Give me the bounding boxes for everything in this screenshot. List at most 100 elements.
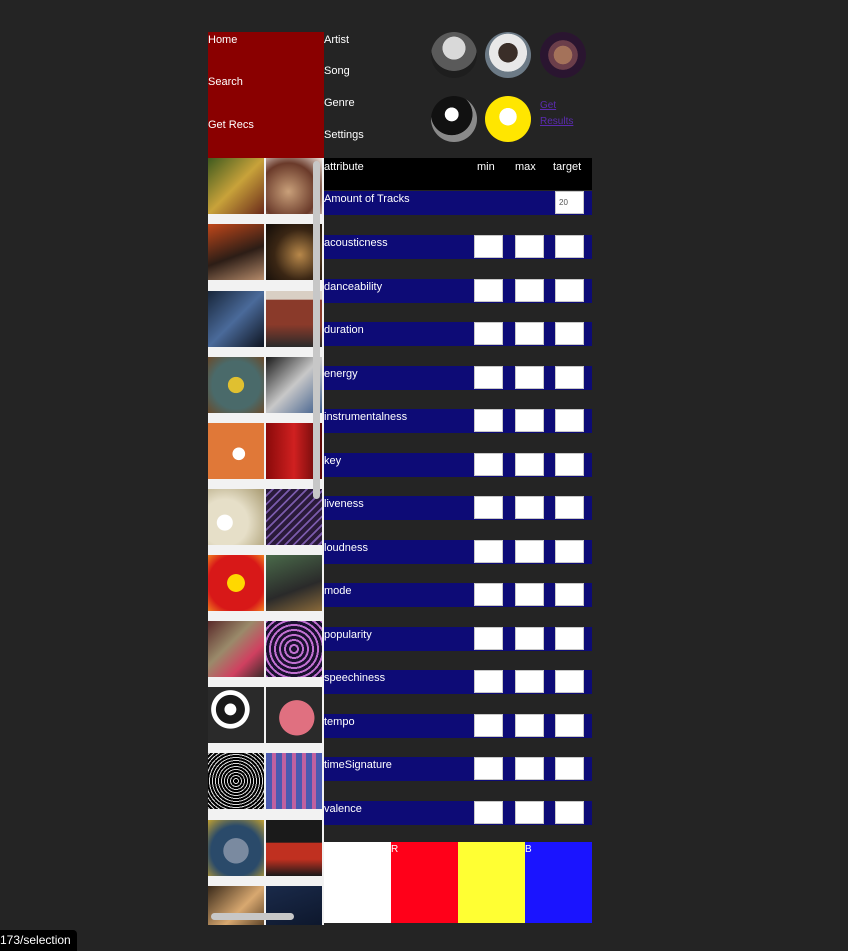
seed-artist-avatar[interactable] (431, 96, 477, 142)
attribute-max-input[interactable] (515, 583, 544, 606)
attribute-target-input[interactable] (555, 670, 584, 693)
nav-search-link[interactable]: Search (208, 76, 243, 88)
attribute-min-input[interactable] (474, 583, 503, 606)
attribute-target-input[interactable] (555, 409, 584, 432)
seed-artist-avatar[interactable] (485, 32, 531, 78)
attribute-min-input[interactable] (474, 757, 503, 780)
attribute-row-label: loudness (324, 542, 369, 554)
attribute-min-input[interactable] (474, 540, 503, 563)
color-swatch-red[interactable] (391, 842, 458, 923)
attribute-target-input[interactable] (555, 801, 584, 824)
attribute-max-input[interactable] (515, 627, 544, 650)
seed-artist-avatar[interactable] (540, 32, 586, 78)
album-cover[interactable] (208, 224, 264, 280)
attribute-target-input[interactable] (555, 453, 584, 476)
attribute-row (324, 322, 592, 346)
swatch-label-b: B (525, 844, 532, 855)
search-type-song[interactable]: Song (324, 65, 350, 77)
album-cover[interactable] (208, 820, 264, 876)
attribute-max-input[interactable] (515, 714, 544, 737)
album-cover[interactable] (208, 753, 264, 809)
status-bar-url: 173/selection (0, 930, 77, 951)
attribute-max-input[interactable] (515, 235, 544, 258)
attribute-max-input[interactable] (515, 366, 544, 389)
attribute-row-label: energy (324, 368, 358, 380)
attribute-target-input[interactable] (555, 757, 584, 780)
attribute-target-input[interactable] (555, 496, 584, 519)
swatch-label-r: R (391, 844, 399, 855)
album-cover[interactable] (266, 555, 322, 611)
attribute-max-input[interactable] (515, 322, 544, 345)
album-cover[interactable] (266, 820, 322, 876)
attribute-row (324, 496, 592, 520)
amount-of-tracks-input[interactable] (555, 191, 584, 214)
attribute-max-input[interactable] (515, 409, 544, 432)
header-target: target (553, 161, 582, 173)
horizontal-scrollbar-thumb[interactable] (211, 913, 294, 920)
amount-of-tracks-label: Amount of Tracks (324, 193, 410, 205)
attribute-max-input[interactable] (515, 453, 544, 476)
attribute-max-input[interactable] (515, 757, 544, 780)
attribute-row-label: speechiness (324, 672, 386, 684)
album-cover[interactable] (266, 753, 322, 809)
color-swatch-yellow[interactable] (458, 842, 525, 923)
get-results-link[interactable]: Get Results (540, 98, 580, 130)
attribute-target-input[interactable] (555, 235, 584, 258)
album-cover[interactable] (266, 687, 322, 743)
seed-artist-avatar[interactable] (431, 32, 477, 78)
nav-home-link[interactable]: Home (208, 34, 237, 46)
color-swatch-blue[interactable] (525, 842, 592, 923)
attribute-target-input[interactable] (555, 627, 584, 650)
album-cover[interactable] (208, 357, 264, 413)
attribute-min-input[interactable] (474, 409, 503, 432)
album-cover[interactable] (208, 555, 264, 611)
attribute-row (324, 714, 592, 738)
seed-artist-avatar[interactable] (485, 96, 531, 142)
attribute-target-input[interactable] (555, 540, 584, 563)
album-cover[interactable] (266, 621, 322, 677)
nav-menu: Home Search Get Recs (208, 32, 324, 158)
attribute-target-input[interactable] (555, 279, 584, 302)
attribute-max-input[interactable] (515, 801, 544, 824)
attribute-row-label: liveness (324, 498, 364, 510)
attribute-min-input[interactable] (474, 801, 503, 824)
attribute-max-input[interactable] (515, 496, 544, 519)
nav-get-recs-link[interactable]: Get Recs (208, 119, 254, 131)
attribute-max-input[interactable] (515, 279, 544, 302)
attribute-min-input[interactable] (474, 453, 503, 476)
attribute-target-input[interactable] (555, 366, 584, 389)
attribute-target-input[interactable] (555, 714, 584, 737)
attribute-min-input[interactable] (474, 279, 503, 302)
attribute-min-input[interactable] (474, 496, 503, 519)
attribute-min-input[interactable] (474, 322, 503, 345)
attribute-min-input[interactable] (474, 366, 503, 389)
attribute-target-input[interactable] (555, 583, 584, 606)
album-cover[interactable] (208, 489, 264, 545)
attribute-row-label: danceability (324, 281, 383, 293)
search-type-settings[interactable]: Settings (324, 129, 364, 141)
attribute-row (324, 453, 592, 477)
attribute-target-input[interactable] (555, 322, 584, 345)
attribute-min-input[interactable] (474, 670, 503, 693)
album-cover[interactable] (208, 291, 264, 347)
album-cover[interactable] (208, 621, 264, 677)
attribute-max-input[interactable] (515, 670, 544, 693)
attribute-row-label: tempo (324, 716, 355, 728)
color-swatch-white[interactable] (324, 842, 391, 923)
attribute-row-label: timeSignature (324, 759, 392, 771)
attribute-row-label: valence (324, 803, 362, 815)
header-max: max (515, 161, 536, 173)
header-min: min (477, 161, 495, 173)
search-type-artist[interactable]: Artist (324, 34, 349, 46)
attribute-min-input[interactable] (474, 235, 503, 258)
attribute-row (324, 366, 592, 390)
attribute-min-input[interactable] (474, 627, 503, 650)
album-cover[interactable] (208, 423, 264, 479)
album-cover[interactable] (208, 158, 264, 214)
attribute-min-input[interactable] (474, 714, 503, 737)
attribute-row-label: acousticness (324, 237, 388, 249)
search-type-genre[interactable]: Genre (324, 97, 355, 109)
attribute-max-input[interactable] (515, 540, 544, 563)
album-cover[interactable] (208, 687, 264, 743)
vertical-scrollbar-thumb[interactable] (313, 161, 320, 499)
